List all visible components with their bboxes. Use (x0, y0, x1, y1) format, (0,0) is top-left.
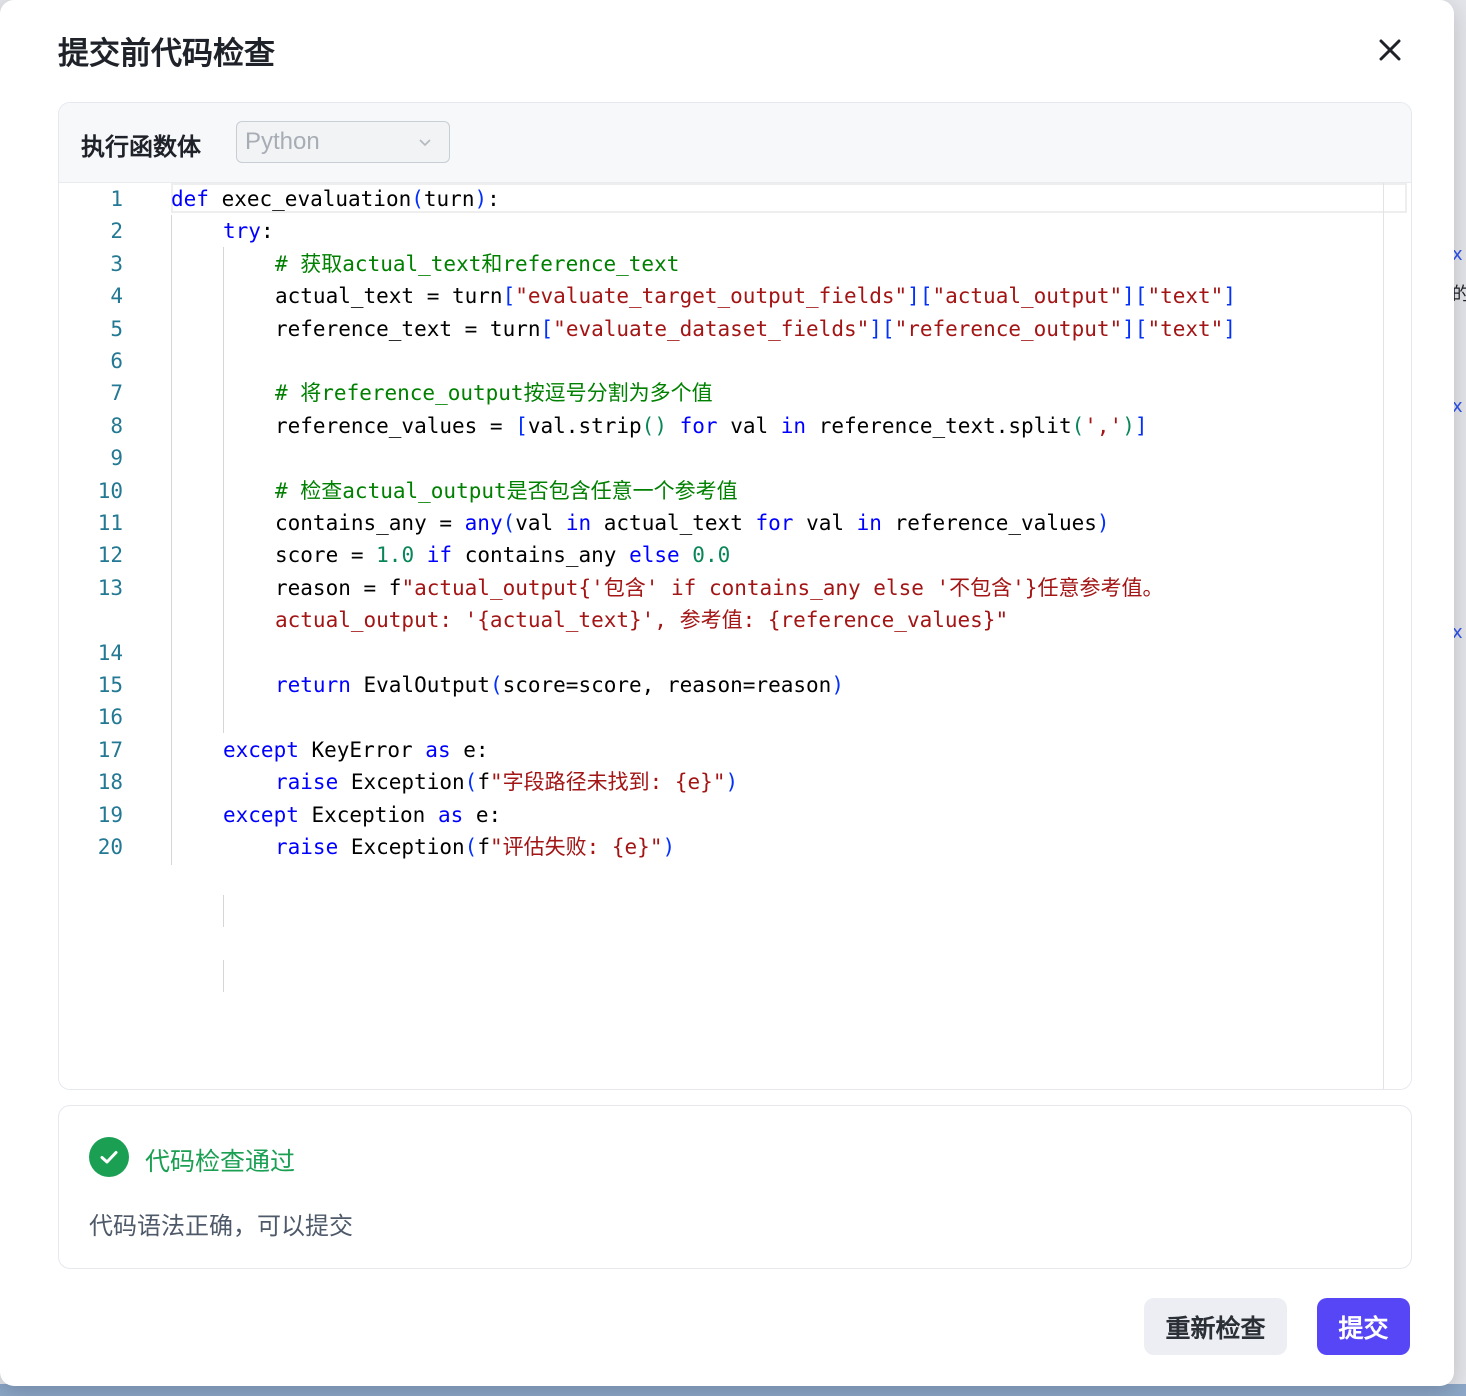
submit-button[interactable]: 提交 (1317, 1298, 1410, 1355)
code-line: raise Exception(f"评估失败: {e}") (275, 835, 676, 859)
indent-guide (223, 895, 224, 927)
line-number: 15 (97, 673, 123, 697)
line-number: 18 (97, 770, 123, 794)
code-editor[interactable]: 1 2 3 4 5 6 7 8 9 10 11 12 13 14 15 16 1… (59, 183, 1411, 1089)
close-icon (1379, 39, 1401, 61)
chevron-down-icon (419, 139, 431, 147)
line-number: 5 (110, 317, 123, 341)
code-line: # 获取actual_text和reference_text (275, 252, 680, 276)
code-line: reason = f"actual_output{'包含' if contain… (275, 576, 1164, 600)
code-line: return EvalOutput(score=score, reason=re… (275, 673, 844, 697)
line-number: 10 (97, 479, 123, 503)
background-glyph: x (1452, 244, 1463, 265)
line-number: 17 (97, 738, 123, 762)
background-glyph: x (1452, 396, 1463, 417)
code-line: score = 1.0 if contains_any else 0.0 (275, 543, 731, 567)
background-glyph: x (1452, 622, 1463, 643)
line-number: 14 (97, 641, 123, 665)
code-line: reference_values = [val.strip() for val … (275, 414, 1148, 438)
indent-guide (223, 960, 224, 992)
code-line: reference_text = turn["evaluate_dataset_… (275, 317, 1236, 341)
line-number: 6 (110, 349, 123, 373)
line-number: 12 (97, 543, 123, 567)
check-result-panel: 代码检查通过 代码语法正确，可以提交 (58, 1105, 1412, 1269)
code-line: def exec_evaluation(turn): (171, 187, 500, 211)
line-number: 3 (110, 252, 123, 276)
line-number: 2 (110, 219, 123, 243)
line-number: 4 (110, 284, 123, 308)
line-number: 19 (97, 803, 123, 827)
language-select[interactable]: Python (236, 121, 450, 163)
dialog-title: 提交前代码检查 (58, 36, 275, 72)
code-line: raise Exception(f"字段路径未找到: {e}") (275, 770, 739, 794)
line-number: 8 (110, 414, 123, 438)
line-number: 9 (110, 446, 123, 470)
code-line: contains_any = any(val in actual_text fo… (275, 511, 1110, 535)
code-line: except KeyError as e: (223, 738, 489, 762)
line-number: 20 (97, 835, 123, 859)
function-body-label: 执行函数体 (81, 133, 201, 161)
code-line: # 检查actual_output是否包含任意一个参考值 (275, 479, 738, 503)
line-number: 7 (110, 381, 123, 405)
code-line: except Exception as e: (223, 803, 502, 827)
code-check-dialog: 提交前代码检查 执行函数体 Python 1 2 3 4 5 6 7 8 9 1… (0, 0, 1454, 1386)
code-line: try: (223, 219, 274, 243)
editor-header: 执行函数体 Python (59, 103, 1411, 183)
recheck-button[interactable]: 重新检查 (1144, 1298, 1287, 1355)
check-circle-icon (89, 1137, 129, 1177)
check-result-message: 代码语法正确，可以提交 (89, 1212, 353, 1240)
code-line: # 将reference_output按逗号分割为多个值 (275, 381, 713, 405)
background-glyph: 的 (1452, 284, 1466, 305)
line-number: 16 (97, 705, 123, 729)
code-editor-panel: 执行函数体 Python 1 2 3 4 5 6 7 8 9 10 11 12 … (58, 102, 1412, 1090)
line-number: 13 (97, 576, 123, 600)
line-number: 1 (110, 187, 123, 211)
close-button[interactable] (1370, 30, 1410, 70)
language-value: Python (245, 128, 320, 155)
line-number: 11 (97, 511, 123, 535)
code-line: actual_text = turn["evaluate_target_outp… (275, 284, 1236, 308)
editor-scrollbar[interactable] (1383, 183, 1384, 1089)
check-result-title: 代码检查通过 (145, 1147, 296, 1176)
code-line-wrapped: actual_output: '{actual_text}', 参考值: {re… (275, 608, 1009, 632)
